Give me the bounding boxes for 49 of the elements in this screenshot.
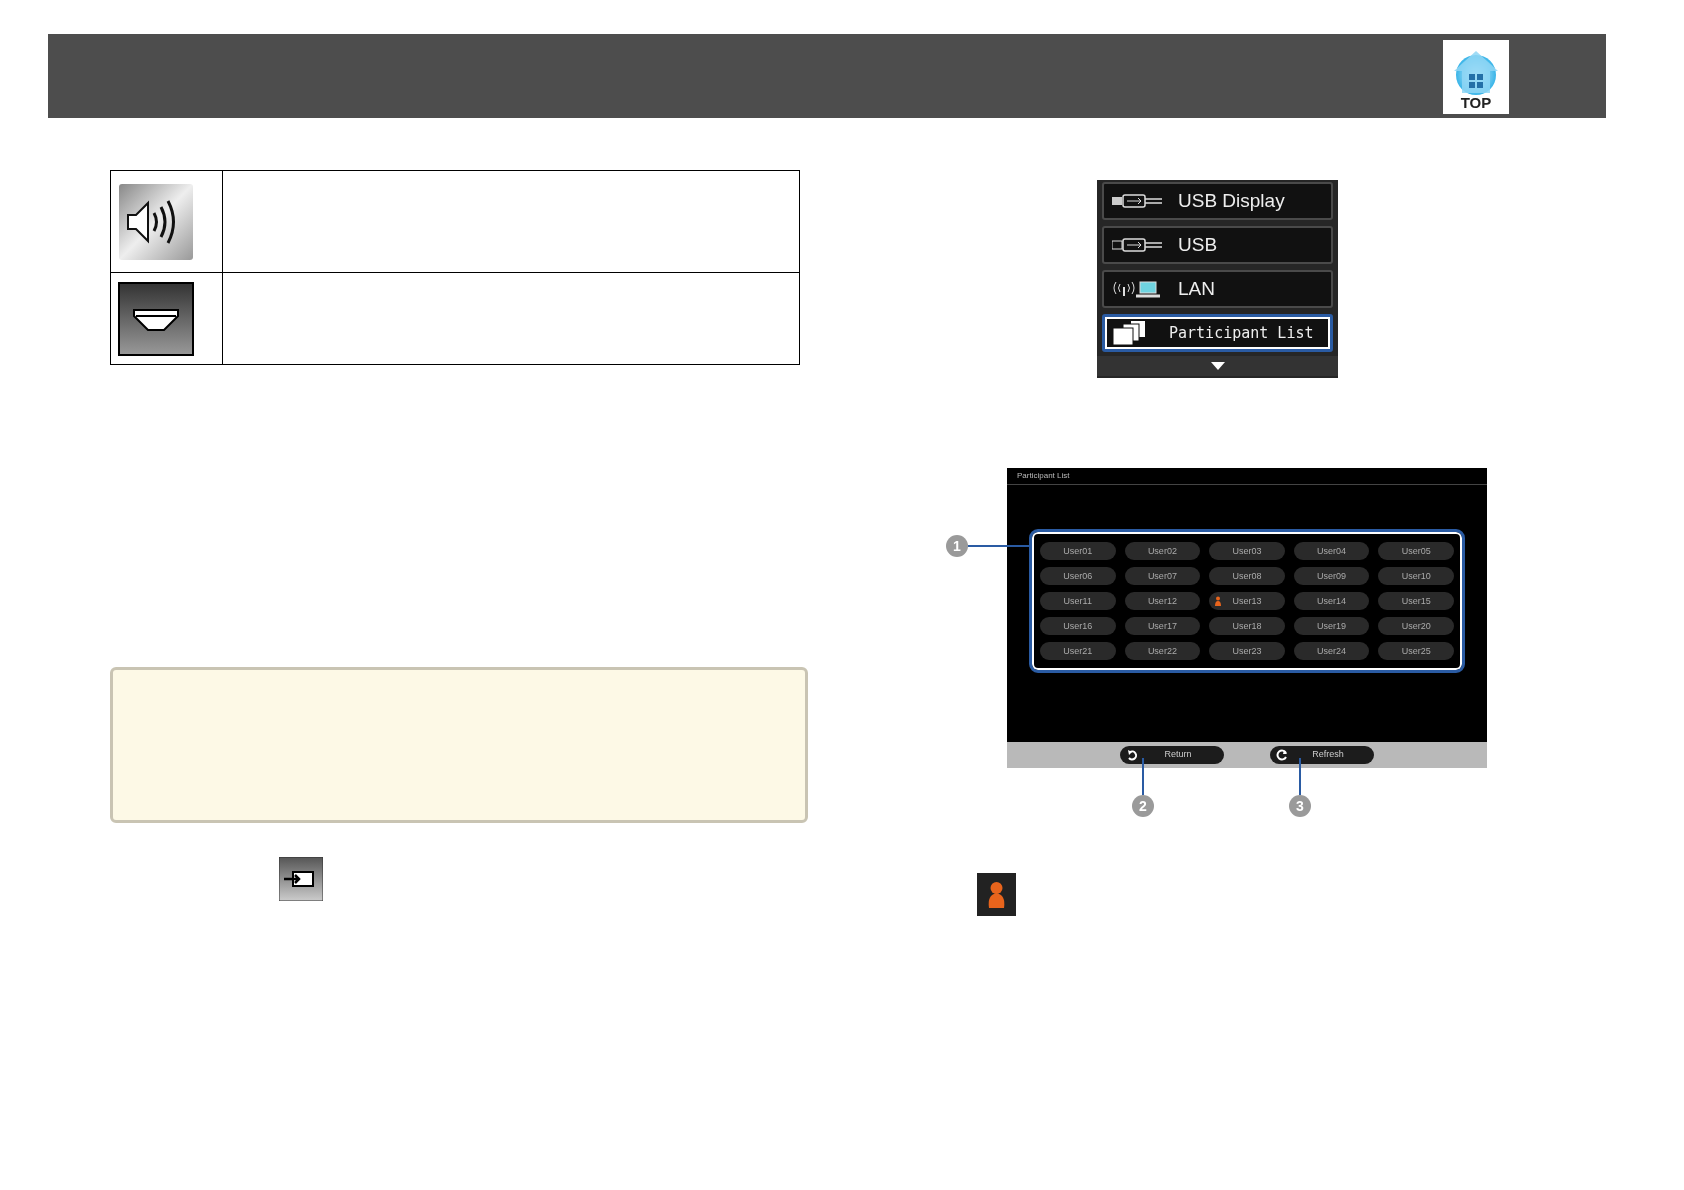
user-button[interactable]: User18 — [1209, 617, 1285, 635]
user-button[interactable]: User06 — [1040, 567, 1116, 585]
callout-number: 1 — [946, 535, 968, 557]
user-button[interactable]: User17 — [1124, 617, 1201, 635]
callout-number: 3 — [1289, 795, 1311, 817]
user-button[interactable]: User08 — [1209, 567, 1285, 585]
user-button[interactable]: User22 — [1124, 642, 1201, 660]
screen-title: Participant List — [1007, 468, 1487, 485]
usb-icon — [1112, 238, 1162, 252]
user-button[interactable]: User20 — [1378, 617, 1454, 635]
menu-item[interactable]: Participant List — [1102, 314, 1333, 352]
refresh-icon — [1276, 749, 1288, 761]
user-button[interactable]: User19 — [1293, 617, 1370, 635]
caret-icon — [1210, 362, 1225, 370]
user-button[interactable]: User01 — [1040, 542, 1116, 560]
user-button[interactable]: User04 — [1293, 542, 1370, 560]
person-icon — [1215, 596, 1222, 606]
user-button[interactable]: User12 — [1124, 592, 1201, 610]
top-button[interactable]: TOP — [1443, 40, 1509, 114]
user-button[interactable]: User23 — [1209, 642, 1285, 660]
wireless-laptop-icon — [1112, 279, 1162, 299]
user-button[interactable]: User15 — [1378, 592, 1454, 610]
user-button[interactable]: User02 — [1124, 542, 1201, 560]
menu-item[interactable]: USB Display — [1102, 182, 1333, 220]
leader-line — [1299, 758, 1301, 795]
menu-item[interactable]: LAN — [1102, 270, 1333, 308]
user-button[interactable]: User03 — [1209, 542, 1285, 560]
user-button[interactable]: User21 — [1040, 642, 1116, 660]
user-button[interactable]: User09 — [1293, 567, 1370, 585]
user-button[interactable]: User10 — [1378, 567, 1454, 585]
usb-icon — [1112, 194, 1162, 208]
user-button[interactable]: User16 — [1040, 617, 1116, 635]
user-button[interactable]: User14 — [1293, 592, 1370, 610]
user-button[interactable]: User05 — [1378, 542, 1454, 560]
eject-icon — [118, 281, 194, 356]
user-button[interactable]: User25 — [1378, 642, 1454, 660]
leader-line — [1142, 758, 1144, 795]
user-button[interactable]: User24 — [1293, 642, 1370, 660]
person-icon — [977, 873, 1016, 916]
user-button[interactable]: User13 — [1209, 592, 1285, 610]
user-button[interactable]: User11 — [1040, 592, 1116, 610]
callout-number: 2 — [1132, 795, 1154, 817]
screen-button[interactable]: Return — [1120, 746, 1224, 764]
screen-button[interactable]: Refresh — [1270, 746, 1374, 764]
menu-item[interactable]: USB — [1102, 226, 1333, 264]
user-button[interactable]: User07 — [1124, 567, 1201, 585]
input-icon — [279, 857, 323, 901]
speaker-icon — [118, 182, 194, 261]
return-icon — [1126, 749, 1138, 761]
